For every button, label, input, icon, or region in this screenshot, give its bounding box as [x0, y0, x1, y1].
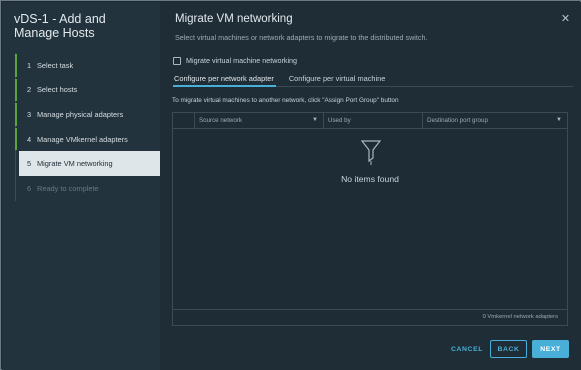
empty-state-text: No items found — [341, 174, 399, 184]
grid-header: Source network ▼ Used by Destination por… — [173, 112, 567, 129]
wizard-sidebar: vDS-1 - Add and Manage Hosts 1 Select ta… — [2, 2, 160, 370]
column-destination-port-group[interactable]: Destination port group ▼ — [423, 113, 567, 129]
step-label: Migrate VM networking — [37, 159, 113, 169]
page-title: Migrate VM networking — [175, 13, 293, 25]
step-label: Select task — [37, 60, 74, 70]
back-button[interactable]: BACK — [490, 340, 527, 358]
tab-bar: Configure per network adapter Configure … — [173, 72, 573, 87]
migrate-vm-networking-checkbox-row[interactable]: Migrate virtual machine networking — [173, 56, 297, 65]
checkbox-label: Migrate virtual machine networking — [186, 56, 298, 65]
step-manage-physical-adapters[interactable]: 3 Manage physical adapters — [15, 102, 160, 127]
step-number: 5 — [27, 159, 32, 169]
step-select-task[interactable]: 1 Select task — [15, 53, 160, 78]
tab-per-virtual-machine[interactable]: Configure per virtual machine — [288, 72, 388, 87]
filter-icon[interactable]: ▼ — [312, 117, 318, 123]
wizard-steps: 1 Select task 2 Select hosts 3 Manage ph… — [15, 53, 160, 201]
column-source-network[interactable]: Source network ▼ — [195, 112, 324, 129]
step-number: 6 — [27, 183, 32, 193]
step-number: 4 — [27, 134, 32, 144]
step-ready-to-complete: 6 Ready to complete — [16, 176, 160, 201]
filter-icon[interactable]: ▼ — [556, 117, 562, 123]
column-label: Used by — [328, 117, 351, 124]
next-button[interactable]: NEXT — [532, 340, 569, 358]
column-used-by[interactable]: Used by — [324, 112, 423, 129]
migrate-vm-networking-checkbox[interactable] — [173, 56, 181, 65]
main-panel: Migrate VM networking ✕ Select virtual m… — [160, 2, 581, 370]
grid-select-column — [173, 112, 195, 129]
close-icon[interactable]: ✕ — [560, 14, 571, 25]
step-migrate-vm-networking[interactable]: 5 Migrate VM networking — [19, 151, 160, 176]
page-subtitle: Select virtual machines or network adapt… — [175, 33, 428, 42]
filter-funnel-icon — [360, 140, 382, 165]
step-number: 1 — [27, 60, 32, 70]
hint-text: To migrate virtual machines to another n… — [172, 97, 399, 104]
column-label: Destination port group — [427, 117, 488, 124]
step-number: 3 — [27, 109, 32, 119]
wizard-title: vDS-1 - Add and Manage Hosts — [14, 12, 106, 40]
tab-per-network-adapter[interactable]: Configure per network adapter — [173, 72, 276, 87]
network-adapters-grid: Source network ▼ Used by Destination por… — [172, 112, 568, 326]
grid-footer: 0 Vmkernel network adapters — [173, 309, 567, 325]
step-label: Manage VMkernel adapters — [37, 134, 128, 144]
cancel-button[interactable]: CANCEL — [447, 340, 487, 358]
step-label: Select hosts — [37, 85, 78, 95]
wizard-dialog: vDS-1 - Add and Manage Hosts 1 Select ta… — [0, 0, 581, 370]
step-label: Manage physical adapters — [37, 109, 124, 119]
step-number: 2 — [27, 85, 32, 95]
step-manage-vmkernel-adapters[interactable]: 4 Manage VMkernel adapters — [15, 127, 160, 152]
step-select-hosts[interactable]: 2 Select hosts — [15, 78, 160, 103]
step-label: Ready to complete — [37, 183, 99, 193]
column-label: Source network — [199, 117, 242, 124]
